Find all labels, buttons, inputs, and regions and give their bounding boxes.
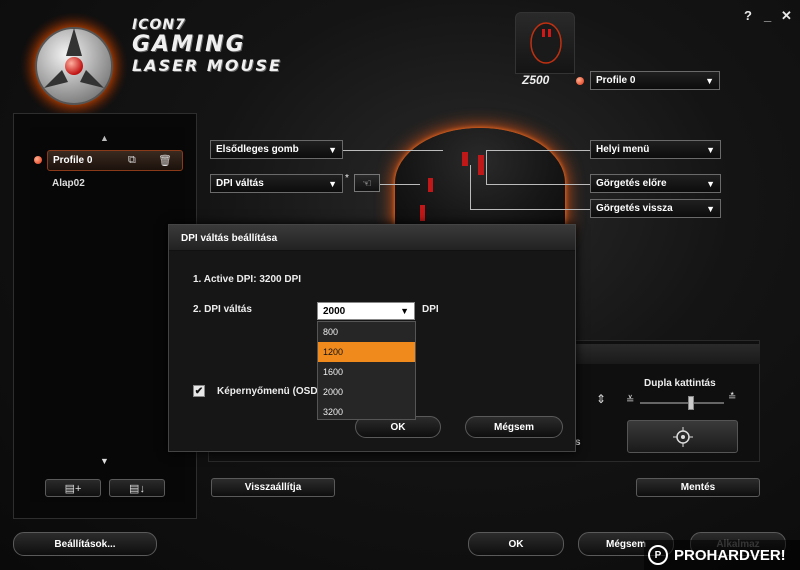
- connector-line: [470, 165, 471, 209]
- dialog-title: DPI váltás beállítása: [181, 233, 278, 244]
- dpi-dropdown-list: 800 1200 1600 2000 3200: [317, 321, 416, 420]
- connector-line: [486, 150, 487, 184]
- double-click-slider[interactable]: [640, 402, 724, 404]
- scroll-speed-icon: ⇕: [596, 392, 607, 406]
- dpi-select-value: 2000: [323, 305, 346, 317]
- reset-button[interactable]: Visszaállítja: [211, 478, 335, 497]
- dpi-unit-label: DPI: [422, 304, 439, 315]
- logo-line1: ICON7: [132, 17, 186, 33]
- connector-line: [486, 184, 592, 185]
- dpi-option[interactable]: 1600: [318, 362, 415, 382]
- dialog-cancel-button[interactable]: Mégsem: [465, 416, 563, 438]
- chevron-down-icon: ▼: [328, 144, 337, 155]
- logo-emblem-icon: [20, 12, 128, 120]
- minimize-button[interactable]: _: [764, 8, 771, 23]
- button2-mapping-value: Helyi menü: [596, 144, 650, 155]
- double-click-test-button[interactable]: [627, 420, 738, 453]
- active-dpi-text: 1. Active DPI: 3200 DPI: [193, 274, 302, 285]
- chevron-down-icon: ▼: [706, 144, 715, 155]
- connector-line: [486, 150, 592, 151]
- watermark: P PROHARDVER!: [644, 540, 800, 570]
- dpi-option[interactable]: 800: [318, 322, 415, 342]
- prohardver-logo-icon: P: [648, 545, 668, 565]
- ok-button[interactable]: OK: [468, 532, 564, 556]
- chevron-down-icon: ▼: [705, 75, 714, 86]
- profile-select[interactable]: Profile 0 ▼: [590, 71, 720, 90]
- button-back-mapping-value: Görgetés vissza: [596, 203, 673, 214]
- profile-item-active[interactable]: Profile 0 ⧉ 🗑: [47, 150, 183, 171]
- mouse-image: [395, 128, 565, 238]
- logo-text: ICON7 GAMING LASER MOUSE: [132, 18, 282, 74]
- watermark-text: PROHARDVER!: [674, 546, 786, 564]
- dpi-switch-label: 2. DPI váltás: [193, 304, 252, 315]
- chevron-down-icon: ▼: [706, 178, 715, 189]
- new-profile-icon: ▤+: [64, 482, 82, 495]
- crosshair-icon: [672, 426, 693, 447]
- copy-profile-icon[interactable]: ⧉: [128, 154, 136, 167]
- import-profile-button[interactable]: ▤↓: [109, 479, 165, 497]
- double-click-slider-thumb[interactable]: [688, 396, 694, 410]
- new-profile-button[interactable]: ▤+: [45, 479, 101, 497]
- mouse-button-highlight: [462, 152, 468, 166]
- connector-line: [343, 150, 443, 151]
- mouse-button-highlight: [428, 178, 433, 192]
- device-tab[interactable]: [515, 12, 575, 74]
- double-click-label: Dupla kattintás: [644, 378, 716, 389]
- logo-line2: GAMING: [132, 32, 246, 57]
- connector-line: [380, 184, 420, 185]
- scroll-up-icon[interactable]: ▲: [100, 133, 109, 143]
- help-button[interactable]: ?: [744, 8, 752, 23]
- button-dpi-mapping-value: DPI váltás: [216, 178, 264, 189]
- chevron-down-icon: ▼: [400, 306, 409, 316]
- button1-mapping-select[interactable]: Elsődleges gomb ▼: [210, 140, 343, 159]
- mouse-button-highlight: [478, 155, 484, 175]
- button-dpi-mapping-select[interactable]: DPI váltás ▼: [210, 174, 343, 193]
- logo-line3: LASER MOUSE: [132, 56, 282, 75]
- button2-mapping-select[interactable]: Helyi menü ▼: [590, 140, 721, 159]
- save-button[interactable]: Mentés: [636, 478, 760, 497]
- chevron-down-icon: ▼: [328, 178, 337, 189]
- dpi-option[interactable]: 2000: [318, 382, 415, 402]
- settings-panel-header: [575, 344, 760, 364]
- connector-line: [470, 209, 592, 210]
- osd-label: Képernyőmenü (OSD: [217, 386, 318, 397]
- model-name: Z500: [522, 73, 550, 87]
- dpi-settings-button[interactable]: ☜: [354, 174, 380, 192]
- profile-item[interactable]: Alap02: [52, 178, 85, 189]
- button-forward-mapping-select[interactable]: Görgetés előre ▼: [590, 174, 721, 193]
- scroll-down-icon[interactable]: ▼: [100, 456, 109, 466]
- fast-icon: ≛: [728, 392, 737, 403]
- button1-mapping-value: Elsődleges gomb: [216, 144, 299, 155]
- app-window: ? _ ✕ ICON7 GAMING LASER MOUSE Z500 Prof…: [0, 0, 800, 570]
- close-button[interactable]: ✕: [781, 8, 792, 24]
- dpi-select[interactable]: 2000 ▼: [317, 302, 415, 320]
- osd-checkbox[interactable]: ✔: [193, 385, 205, 397]
- dpi-settings-dialog: DPI váltás beállítása 1. Active DPI: 320…: [168, 224, 576, 452]
- dpi-option[interactable]: 3200: [318, 402, 415, 422]
- hand-pointer-icon: ☜: [362, 177, 372, 190]
- button-back-mapping-select[interactable]: Görgetés vissza ▼: [590, 199, 721, 218]
- mouse-thumbnail-icon: [530, 22, 562, 64]
- profile-select-value: Profile 0: [596, 75, 636, 86]
- active-profile-dot: [34, 156, 42, 164]
- dpi-option-highlighted[interactable]: 1200: [318, 342, 415, 362]
- mouse-button-highlight: [420, 205, 425, 221]
- chevron-down-icon: ▼: [706, 203, 715, 214]
- button-forward-mapping-value: Görgetés előre: [596, 178, 667, 189]
- modified-marker: *: [345, 173, 349, 184]
- dialog-header: DPI váltás beállítása: [169, 225, 575, 251]
- slow-icon: ≚: [626, 395, 635, 406]
- profile-item-label: Profile 0: [53, 155, 93, 166]
- settings-button[interactable]: Beállítások...: [13, 532, 157, 556]
- import-profile-icon: ▤↓: [129, 482, 145, 495]
- profile-status-dot: [576, 77, 584, 85]
- delete-profile-icon[interactable]: 🗑: [158, 154, 172, 167]
